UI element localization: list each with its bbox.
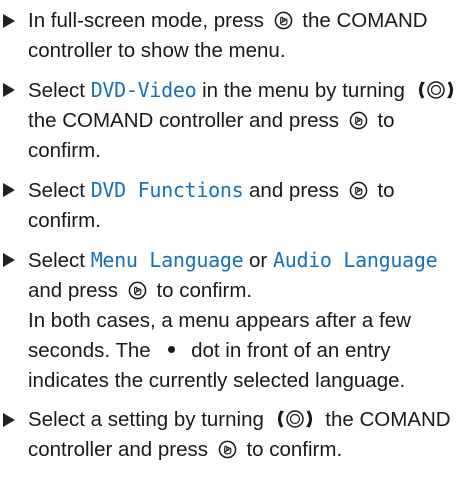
instruction-step-5: Select a setting by turning the COMAND c… (0, 405, 470, 465)
instruction-step-3: Select DVD Functions and press to confir… (0, 175, 470, 236)
press-controller-icon (128, 281, 147, 300)
step-text: in the menu by turning (202, 79, 405, 102)
press-controller-icon (349, 181, 368, 200)
press-controller-icon (349, 111, 368, 130)
turn-controller-icon (418, 81, 453, 99)
menu-item-menu-language: Menu Language (90, 248, 244, 272)
step-text: and press (249, 179, 340, 202)
step-text: and press (28, 279, 119, 302)
menu-item-dvd-functions: DVD Functions (90, 178, 244, 202)
step-text: or (249, 249, 268, 272)
step-text: Select (28, 179, 85, 202)
triangle-bullet-icon (3, 413, 15, 427)
step-text: to confirm. (156, 279, 253, 302)
triangle-bullet-icon (3, 83, 15, 97)
step-text: Select a setting by turning (28, 408, 264, 431)
instruction-page: In full-screen mode, press the COMAND co… (0, 0, 470, 478)
step-text: the COMAND controller and press (28, 109, 340, 132)
triangle-bullet-icon (3, 14, 15, 28)
turn-controller-icon (277, 410, 312, 428)
step-text: Select (28, 249, 85, 272)
step-text: to confirm. (246, 438, 343, 461)
step-text: Select (28, 79, 85, 102)
press-controller-icon (218, 440, 237, 459)
menu-item-dvd-video: DVD-Video (90, 78, 197, 102)
menu-item-audio-language: Audio Language (272, 248, 438, 272)
instruction-step-1: In full-screen mode, press the COMAND co… (0, 6, 470, 66)
instruction-step-2: Select DVD-Video in the menu by turning … (0, 75, 470, 166)
step-text: In full-screen mode, press (28, 9, 264, 32)
filled-dot-icon (168, 346, 176, 353)
press-controller-icon (274, 11, 292, 30)
triangle-bullet-icon (3, 253, 15, 267)
instruction-step-4: Select Menu Language or Audio Language a… (0, 245, 470, 396)
triangle-bullet-icon (3, 183, 15, 197)
